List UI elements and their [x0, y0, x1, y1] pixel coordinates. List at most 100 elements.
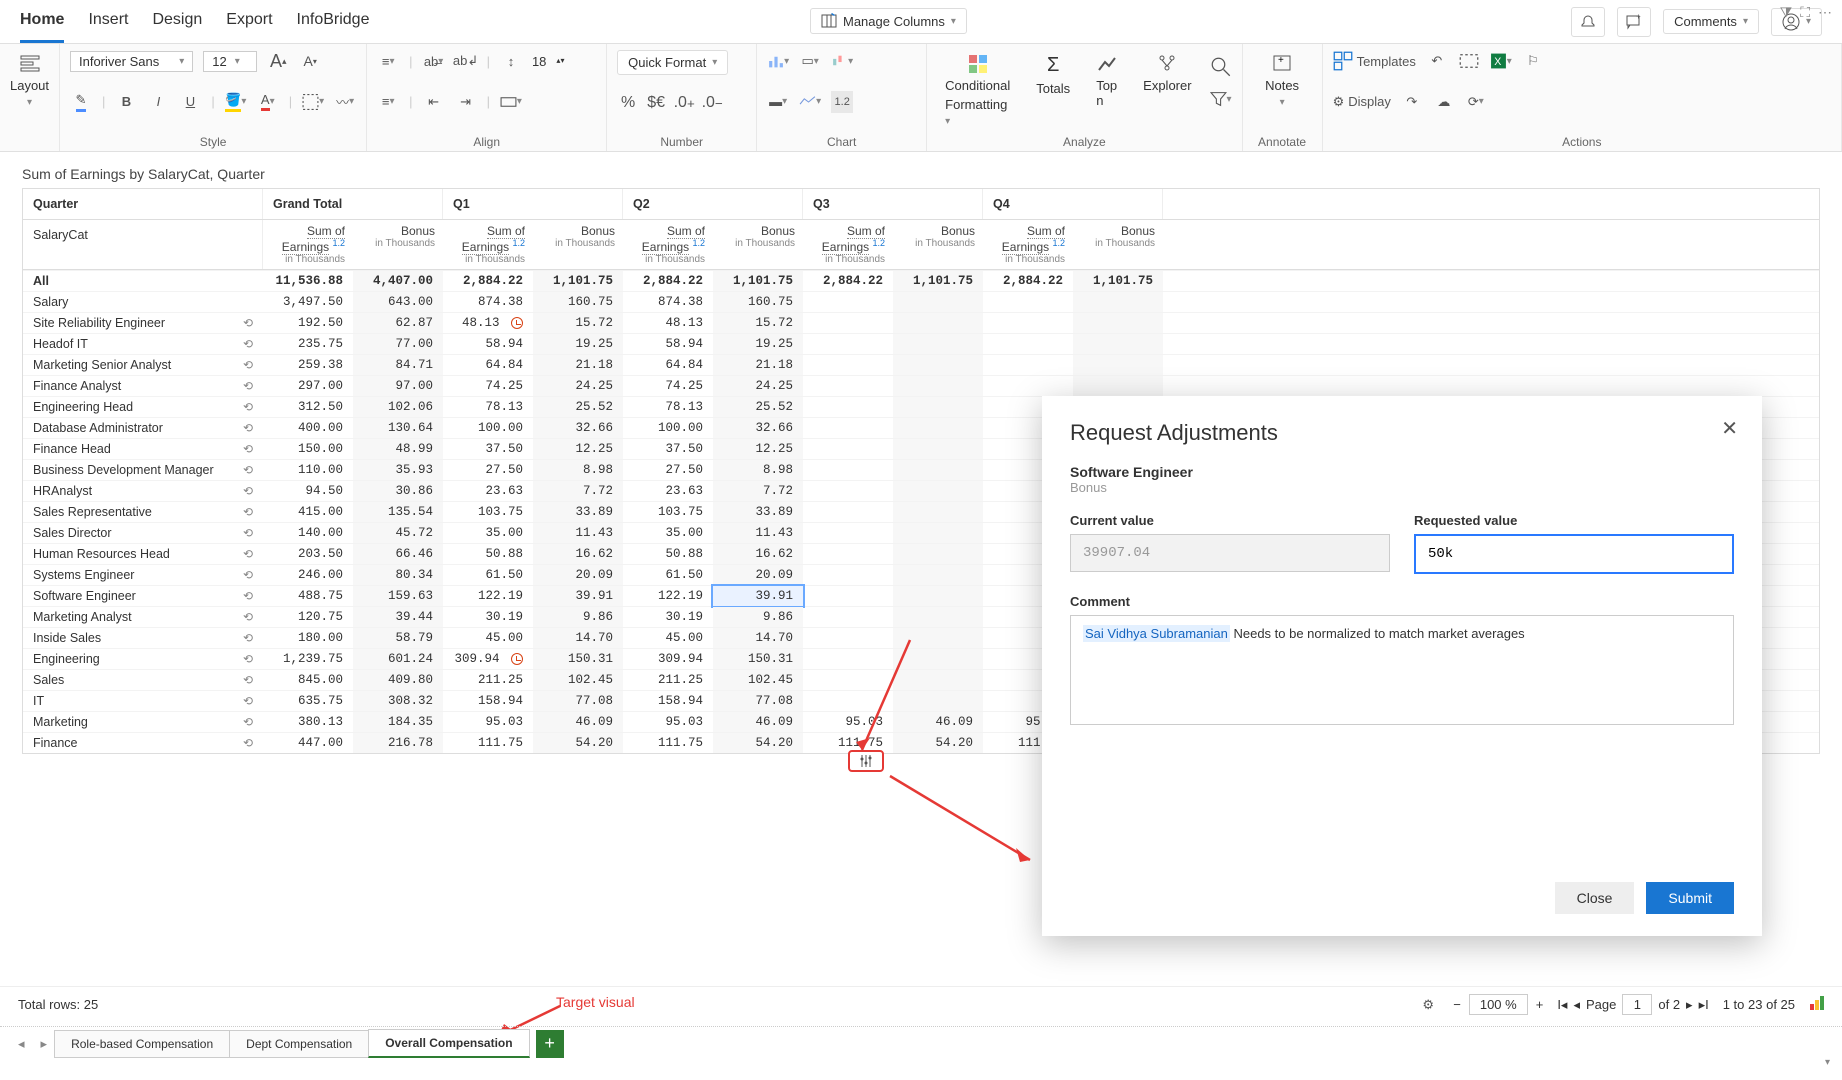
- cell[interactable]: 80.34: [353, 565, 443, 585]
- cell[interactable]: [1073, 313, 1163, 333]
- cell[interactable]: 23.63: [443, 481, 533, 501]
- cell[interactable]: 45.00: [443, 628, 533, 648]
- cell[interactable]: 235.75: [263, 334, 353, 354]
- cell[interactable]: [983, 313, 1073, 333]
- more-icon[interactable]: ⋯: [1818, 4, 1832, 21]
- maximize-icon[interactable]: ⛶: [1800, 4, 1810, 21]
- cell[interactable]: 8.98: [533, 460, 623, 480]
- cell[interactable]: [803, 502, 893, 522]
- cell[interactable]: [803, 439, 893, 459]
- cell[interactable]: 16.62: [533, 544, 623, 564]
- cell[interactable]: 35.00: [623, 523, 713, 543]
- decrease-font-icon[interactable]: A▾: [299, 50, 321, 72]
- cell[interactable]: [983, 355, 1073, 375]
- cell[interactable]: [983, 334, 1073, 354]
- cell[interactable]: 160.75: [713, 292, 803, 312]
- cell[interactable]: 159.63: [353, 586, 443, 606]
- row-category[interactable]: Engineering⟲: [23, 649, 263, 669]
- cell[interactable]: 94.50: [263, 481, 353, 501]
- row-category[interactable]: Sales Director⟲: [23, 523, 263, 543]
- bold-icon[interactable]: B: [115, 91, 137, 113]
- cell[interactable]: 77.08: [713, 691, 803, 711]
- cell[interactable]: 309.94: [623, 649, 713, 669]
- cell[interactable]: 95.03: [803, 712, 893, 732]
- cell[interactable]: 874.38: [443, 292, 533, 312]
- cell[interactable]: 122.19: [623, 586, 713, 606]
- cell[interactable]: 150.00: [263, 439, 353, 459]
- cell[interactable]: 20.09: [533, 565, 623, 585]
- cell[interactable]: 48.13: [623, 313, 713, 333]
- close-icon[interactable]: ✕: [1721, 416, 1738, 441]
- merge-icon[interactable]: ▾: [500, 91, 522, 113]
- requested-value-input[interactable]: [1414, 534, 1734, 574]
- cell[interactable]: 35.00: [443, 523, 533, 543]
- explorer-button[interactable]: Explorer: [1135, 50, 1199, 97]
- cell[interactable]: [983, 292, 1073, 312]
- cell[interactable]: [893, 670, 983, 690]
- cell[interactable]: 30.19: [623, 607, 713, 627]
- sheet-tab-overall[interactable]: Overall Compensation: [368, 1029, 529, 1058]
- cell[interactable]: 74.25: [623, 376, 713, 396]
- cell[interactable]: [893, 607, 983, 627]
- font-size-picker[interactable]: 12▾: [203, 51, 257, 72]
- cell[interactable]: 158.94: [623, 691, 713, 711]
- cell[interactable]: 30.86: [353, 481, 443, 501]
- row-category[interactable]: Business Development Manager⟲: [23, 460, 263, 480]
- cell[interactable]: 27.50: [443, 460, 533, 480]
- cell[interactable]: 447.00: [263, 733, 353, 753]
- cell[interactable]: 14.70: [533, 628, 623, 648]
- cell[interactable]: 102.45: [533, 670, 623, 690]
- indent-stepper[interactable]: ▴▾: [556, 57, 564, 65]
- row-category[interactable]: Marketing Senior Analyst⟲: [23, 355, 263, 375]
- header-q3[interactable]: Q3: [803, 189, 983, 219]
- cell[interactable]: 380.13: [263, 712, 353, 732]
- cell[interactable]: 46.09: [893, 712, 983, 732]
- prev-page-icon[interactable]: ◂: [1573, 997, 1580, 1013]
- stacked-chart-icon[interactable]: ▭▾: [799, 50, 821, 72]
- increase-decimal-icon[interactable]: .0+: [673, 92, 695, 114]
- cell[interactable]: 158.94: [443, 691, 533, 711]
- cell[interactable]: 46.09: [713, 712, 803, 732]
- row-category[interactable]: Salary: [23, 292, 263, 312]
- borders-icon[interactable]: ▾: [302, 91, 324, 113]
- selected-cell-handle[interactable]: [848, 750, 884, 772]
- cell[interactable]: 874.38: [623, 292, 713, 312]
- cell[interactable]: [893, 691, 983, 711]
- italic-icon[interactable]: I: [147, 91, 169, 113]
- bullet-chart-icon[interactable]: ▬▾: [767, 91, 789, 113]
- cell[interactable]: 9.86: [533, 607, 623, 627]
- row-category[interactable]: All: [23, 271, 263, 291]
- fill-color-icon[interactable]: 🪣▾: [225, 91, 247, 113]
- cell[interactable]: 2,884.22: [443, 271, 533, 291]
- cell[interactable]: 74.25: [443, 376, 533, 396]
- row-category[interactable]: Software Engineer⟲: [23, 586, 263, 606]
- cell[interactable]: 309.94: [443, 649, 533, 669]
- zoom-out-button[interactable]: −: [1453, 997, 1461, 1012]
- cell[interactable]: 415.00: [263, 502, 353, 522]
- cell[interactable]: 1,101.75: [713, 271, 803, 291]
- row-category[interactable]: Engineering Head⟲: [23, 397, 263, 417]
- cell[interactable]: 16.62: [713, 544, 803, 564]
- settings-icon[interactable]: ⚙: [1417, 994, 1439, 1016]
- row-category[interactable]: Site Reliability Engineer⟲: [23, 313, 263, 333]
- cell[interactable]: [893, 649, 983, 669]
- row-category[interactable]: Sales⟲: [23, 670, 263, 690]
- last-page-icon[interactable]: ▸I: [1699, 997, 1709, 1013]
- cell[interactable]: 54.20: [713, 733, 803, 753]
- cell[interactable]: 140.00: [263, 523, 353, 543]
- cell[interactable]: 601.24: [353, 649, 443, 669]
- cell[interactable]: 12.25: [533, 439, 623, 459]
- cell[interactable]: 39.44: [353, 607, 443, 627]
- display-icon[interactable]: ⚙ Display: [1333, 91, 1391, 113]
- cell[interactable]: 100.00: [443, 418, 533, 438]
- cell[interactable]: 32.66: [713, 418, 803, 438]
- line-height-icon[interactable]: ↕: [500, 50, 522, 72]
- cell[interactable]: 78.13: [443, 397, 533, 417]
- page-input[interactable]: 1: [1622, 994, 1652, 1015]
- cell[interactable]: 45.72: [353, 523, 443, 543]
- cell[interactable]: 9.86: [713, 607, 803, 627]
- cell[interactable]: [803, 481, 893, 501]
- cell[interactable]: [803, 607, 893, 627]
- row-category[interactable]: HRAnalyst⟲: [23, 481, 263, 501]
- cell[interactable]: [893, 292, 983, 312]
